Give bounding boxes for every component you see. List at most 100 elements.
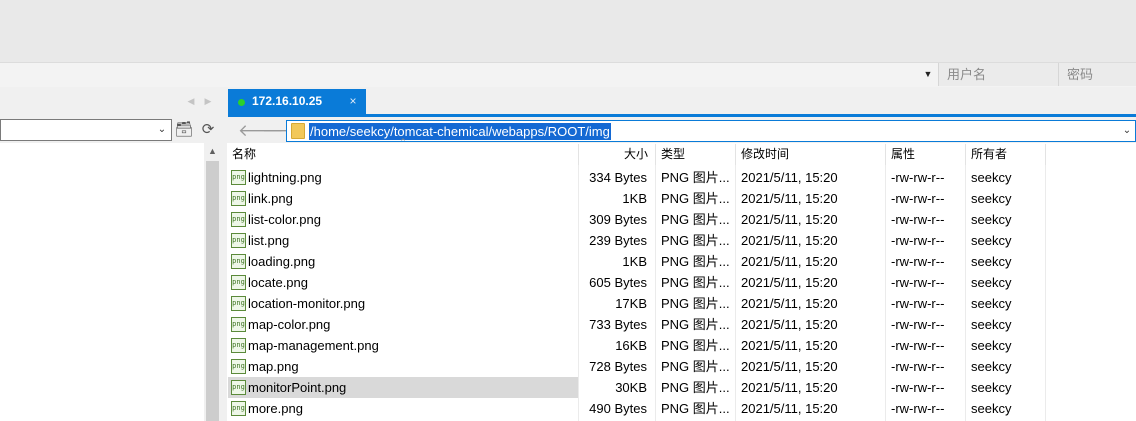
table-row[interactable]: png list.png 239 Bytes PNG 图片... 2021/5/11, … xyxy=(227,230,1136,251)
file-owner: seekcy xyxy=(971,380,1012,395)
column-divider[interactable] xyxy=(1045,144,1046,165)
file-owner: seekcy xyxy=(971,191,1012,206)
file-modified: 2021/5/11, 15:20 xyxy=(741,170,838,185)
file-size: 239 Bytes xyxy=(589,233,647,248)
file-size: 1KB xyxy=(622,191,647,206)
file-type: PNG 图片... xyxy=(661,359,730,374)
file-owner: seekcy xyxy=(971,359,1012,374)
connected-status-icon xyxy=(238,99,245,106)
column-divider[interactable] xyxy=(885,144,886,165)
file-attributes: -rw-rw-r-- xyxy=(891,254,945,269)
file-name: location-monitor.png xyxy=(248,296,366,311)
png-file-icon: png xyxy=(231,380,246,395)
png-file-icon: png xyxy=(231,359,246,374)
file-name: list-color.png xyxy=(248,212,321,227)
file-name: monitorPoint.png xyxy=(248,380,347,395)
file-modified: 2021/5/11, 15:20 xyxy=(741,401,838,416)
file-type: PNG 图片... xyxy=(661,212,730,227)
file-name: list.png xyxy=(248,233,290,248)
file-size: 17KB xyxy=(615,296,647,311)
file-name: link.png xyxy=(248,191,293,206)
file-owner: seekcy xyxy=(971,254,1012,269)
table-row[interactable]: png map.png 728 Bytes PNG 图片... 2021/5/11, 1… xyxy=(227,356,1136,377)
column-divider[interactable] xyxy=(965,144,966,165)
file-type: PNG 图片... xyxy=(661,233,730,248)
scroll-up-icon[interactable]: ▲ xyxy=(204,143,221,160)
column-header-owner[interactable]: 所有者 xyxy=(971,144,1007,165)
briefcase-icon[interactable]: 🗃 xyxy=(174,120,194,140)
remote-path-text[interactable]: /home/seekcy/tomcat-chemical/webapps/ROO… xyxy=(309,123,611,140)
column-divider[interactable] xyxy=(578,144,579,165)
scrollbar-thumb[interactable] xyxy=(206,161,219,421)
file-name: locate.png xyxy=(248,275,308,290)
refresh-icon[interactable]: ⟳ xyxy=(198,120,218,140)
tab-scroll-right-icon[interactable]: ▶ xyxy=(201,94,215,108)
file-attributes: -rw-rw-r-- xyxy=(891,317,945,332)
table-row[interactable]: png more.png 490 Bytes PNG 图片... 2021/5/11, … xyxy=(227,398,1136,419)
png-file-icon: png xyxy=(231,338,246,353)
column-header-name[interactable]: 名称 xyxy=(232,144,256,165)
back-arrow-icon[interactable]: 🡐 xyxy=(238,121,284,141)
file-name: map-color.png xyxy=(248,317,331,332)
png-file-icon: png xyxy=(231,233,246,248)
username-field[interactable]: 用户名 xyxy=(938,63,1058,86)
file-type: PNG 图片... xyxy=(661,275,730,290)
local-file-list[interactable] xyxy=(0,143,204,421)
file-size: 728 Bytes xyxy=(589,359,647,374)
folder-icon xyxy=(291,123,305,139)
table-row[interactable]: png loading.png 1KB PNG 图片... 2021/5/11, 15:… xyxy=(227,251,1136,272)
tab-underline xyxy=(228,114,1136,117)
file-modified: 2021/5/11, 15:20 xyxy=(741,191,838,206)
path-dropdown-icon[interactable]: ⌄ xyxy=(1120,124,1134,138)
column-divider[interactable] xyxy=(655,144,656,165)
png-file-icon: png xyxy=(231,191,246,206)
password-field[interactable]: 密码 xyxy=(1058,63,1136,86)
column-header-size[interactable]: 大小 xyxy=(624,144,648,165)
table-row[interactable]: png lightning.png 334 Bytes PNG 图片... 2021/5… xyxy=(227,167,1136,188)
file-size: 490 Bytes xyxy=(589,401,647,416)
file-attributes: -rw-rw-r-- xyxy=(891,380,945,395)
file-attributes: -rw-rw-r-- xyxy=(891,359,945,374)
png-file-icon: png xyxy=(231,212,246,227)
table-row[interactable]: png location-monitor.png 17KB PNG 图片... 2021… xyxy=(227,293,1136,314)
tab-close-icon[interactable]: × xyxy=(345,92,361,110)
file-modified: 2021/5/11, 15:20 xyxy=(741,359,838,374)
column-header-modified[interactable]: 修改时间 xyxy=(741,144,789,165)
file-type: PNG 图片... xyxy=(661,380,730,395)
file-owner: seekcy xyxy=(971,233,1012,248)
column-header-attributes[interactable]: 属性 xyxy=(891,144,915,165)
file-modified: 2021/5/11, 15:20 xyxy=(741,212,838,227)
file-name: loading.png xyxy=(248,254,316,269)
file-attributes: -rw-rw-r-- xyxy=(891,233,945,248)
file-owner: seekcy xyxy=(971,170,1012,185)
table-row[interactable]: png map-management.png 16KB PNG 图片... 2021/5… xyxy=(227,335,1136,356)
table-row[interactable]: png map-color.png 733 Bytes PNG 图片... 2021/5… xyxy=(227,314,1136,335)
column-divider[interactable] xyxy=(735,144,736,165)
column-header-type[interactable]: 类型 xyxy=(661,144,685,165)
caret-down-icon[interactable]: ▼ xyxy=(918,66,938,82)
table-row[interactable]: png monitorPoint.png 30KB PNG 图片... 2021/5/1… xyxy=(227,377,1136,398)
png-file-icon: png xyxy=(231,254,246,269)
table-row[interactable]: png locate.png 605 Bytes PNG 图片... 2021/5/11… xyxy=(227,272,1136,293)
tab-scroll-left-icon[interactable]: ◀ xyxy=(184,94,198,108)
file-size: 334 Bytes xyxy=(589,170,647,185)
table-row[interactable]: png link.png 1KB PNG 图片... 2021/5/11, 15:20 -… xyxy=(227,188,1136,209)
png-file-icon: png xyxy=(231,317,246,332)
file-type: PNG 图片... xyxy=(661,317,730,332)
file-attributes: -rw-rw-r-- xyxy=(891,338,945,353)
local-path-dropdown-icon[interactable]: ⌄ xyxy=(156,124,168,136)
file-attributes: -rw-rw-r-- xyxy=(891,401,945,416)
forward-arrow-icon[interactable]: 🡒 xyxy=(262,121,308,141)
file-type: PNG 图片... xyxy=(661,191,730,206)
file-modified: 2021/5/11, 15:20 xyxy=(741,296,838,311)
file-name: map.png xyxy=(248,359,299,374)
file-modified: 2021/5/11, 15:20 xyxy=(741,317,838,332)
file-modified: 2021/5/11, 15:20 xyxy=(741,233,838,248)
file-type: PNG 图片... xyxy=(661,254,730,269)
file-attributes: -rw-rw-r-- xyxy=(891,296,945,311)
png-file-icon: png xyxy=(231,170,246,185)
png-file-icon: png xyxy=(231,401,246,416)
local-path-input[interactable] xyxy=(0,119,172,141)
table-row[interactable]: png list-color.png 309 Bytes PNG 图片... 2021/… xyxy=(227,209,1136,230)
file-owner: seekcy xyxy=(971,212,1012,227)
